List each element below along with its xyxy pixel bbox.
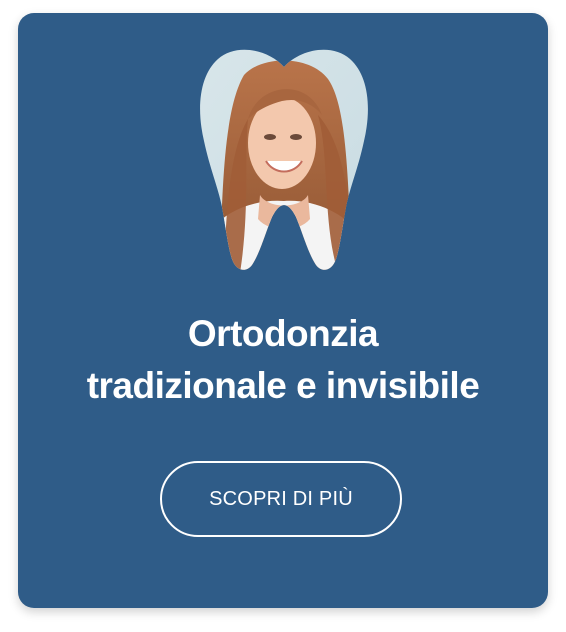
tooth-photo bbox=[200, 49, 368, 270]
service-card[interactable]: Ortodonzia tradizionale e invisibile SCO… bbox=[18, 13, 548, 608]
card-title-line-1: Ortodonzia bbox=[187, 313, 379, 354]
learn-more-button[interactable]: SCOPRI DI PIÙ bbox=[160, 461, 402, 537]
card-title-line-2: tradizionale e invisibile bbox=[86, 365, 480, 406]
card-title: Ortodonzia tradizionale e invisibile bbox=[18, 308, 548, 412]
